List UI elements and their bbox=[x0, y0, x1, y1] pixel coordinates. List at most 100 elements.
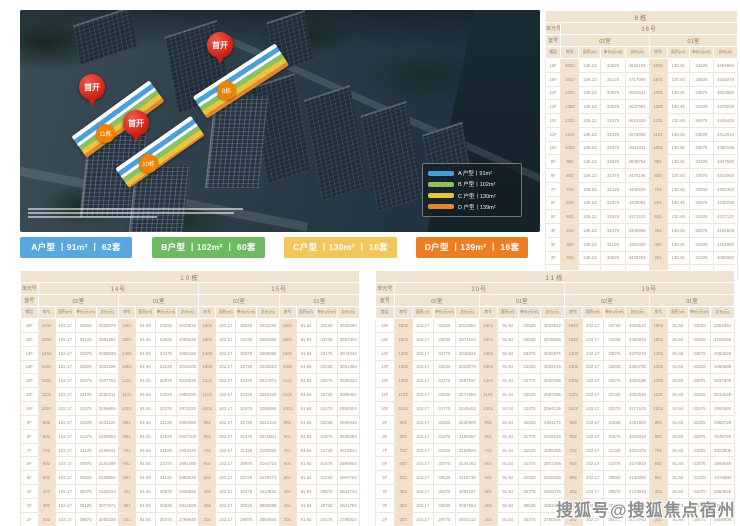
data-cell: 34325 bbox=[689, 100, 713, 114]
data-cell: 102.17 bbox=[55, 512, 75, 526]
data-cell: 4302409 bbox=[625, 237, 649, 251]
data-cell: 102.17 bbox=[412, 332, 433, 346]
data-cell: 32025 bbox=[518, 415, 540, 429]
data-cell: 31225 bbox=[316, 471, 337, 485]
data-cell: 2959544 bbox=[337, 415, 359, 429]
data-cell: 3028424 bbox=[337, 374, 359, 388]
data-cell: 302 bbox=[199, 498, 216, 512]
column-header: 总价(元) bbox=[96, 307, 118, 319]
room-number: 02室 bbox=[394, 295, 479, 307]
data-cell: 91.84 bbox=[135, 457, 155, 471]
data-cell: 32525 bbox=[518, 388, 540, 402]
data-cell: 4249735 bbox=[713, 196, 737, 210]
data-cell: 130.46 bbox=[667, 72, 689, 86]
column-header: 总价(元) bbox=[257, 307, 279, 319]
data-cell: 2844744 bbox=[337, 485, 359, 499]
data-cell: 30725 bbox=[236, 471, 257, 485]
floor-cell: 7F bbox=[376, 443, 395, 457]
data-cell: 32875 bbox=[155, 374, 176, 388]
data-cell: 102.17 bbox=[55, 429, 75, 443]
data-cell: 1601 bbox=[279, 319, 296, 333]
data-cell: 91.84 bbox=[667, 374, 688, 388]
data-cell: 32475 bbox=[236, 374, 257, 388]
data-cell: 1101 bbox=[649, 388, 667, 402]
column-header: 总价(元) bbox=[626, 307, 650, 319]
data-cell: 1201 bbox=[479, 374, 497, 388]
data-cell: 301 bbox=[118, 498, 135, 512]
data-cell: 3205584 bbox=[96, 429, 118, 443]
data-cell: 502 bbox=[199, 471, 216, 485]
data-cell: 401 bbox=[118, 485, 135, 499]
legend-color-bar bbox=[428, 171, 454, 176]
data-cell: 30525 bbox=[518, 498, 540, 512]
data-cell: 4380195 bbox=[713, 141, 737, 155]
data-cell: 4478039 bbox=[713, 100, 737, 114]
data-cell: 402 bbox=[199, 485, 216, 499]
data-cell: 501 bbox=[649, 471, 667, 485]
data-cell: 1401 bbox=[649, 86, 667, 100]
data-cell: 138.23 bbox=[579, 141, 601, 155]
column-header: 面积(㎡) bbox=[667, 307, 688, 319]
data-cell: 33225 bbox=[316, 360, 337, 374]
data-cell: 33625 bbox=[155, 332, 176, 346]
data-cell: 3154499 bbox=[96, 457, 118, 471]
column-header: 总价(元) bbox=[625, 47, 649, 59]
data-cell: 2867704 bbox=[337, 471, 359, 485]
data-cell: 33125 bbox=[316, 319, 337, 333]
data-cell: 91.84 bbox=[497, 512, 518, 526]
column-header: 总价(元) bbox=[711, 307, 735, 319]
data-cell: 1602 bbox=[199, 319, 216, 333]
data-cell: 91.84 bbox=[667, 471, 688, 485]
data-cell: 32625 bbox=[75, 360, 96, 374]
data-cell: 1402 bbox=[394, 346, 412, 360]
data-cell: 33025 bbox=[433, 332, 455, 346]
floor-cell: 13F bbox=[376, 360, 395, 374]
data-cell: 31625 bbox=[601, 210, 625, 224]
data-cell: 31775 bbox=[433, 402, 455, 416]
data-cell: 701 bbox=[118, 443, 135, 457]
column-header: 面积(㎡) bbox=[667, 47, 689, 59]
data-cell: 3051384 bbox=[337, 360, 359, 374]
data-cell: 31025 bbox=[433, 443, 455, 457]
data-cell: 2899848 bbox=[711, 457, 735, 471]
data-cell: 31025 bbox=[518, 471, 540, 485]
data-cell: 102.17 bbox=[412, 443, 433, 457]
data-cell: 3088120 bbox=[176, 332, 198, 346]
data-cell: 33125 bbox=[155, 360, 176, 374]
data-cell: 31125 bbox=[155, 471, 176, 485]
data-cell: 102.17 bbox=[55, 471, 75, 485]
column-header: 总价(元) bbox=[713, 47, 737, 59]
data-cell: 3394598 bbox=[257, 332, 279, 346]
data-cell: 801 bbox=[118, 429, 135, 443]
data-cell: 33225 bbox=[688, 319, 710, 333]
data-cell: 4406081 bbox=[625, 196, 649, 210]
data-cell: 2895256 bbox=[541, 443, 565, 457]
data-cell: 602 bbox=[394, 457, 412, 471]
data-cell: 31625 bbox=[155, 443, 176, 457]
data-cell: 32275 bbox=[433, 374, 455, 388]
data-cell: 91.84 bbox=[135, 388, 155, 402]
data-cell: 2858520 bbox=[176, 471, 198, 485]
column-header: 单价(元/㎡) bbox=[433, 307, 455, 319]
data-cell: 3060568 bbox=[711, 360, 735, 374]
data-cell: 2821784 bbox=[337, 498, 359, 512]
data-cell: 1302 bbox=[38, 360, 55, 374]
data-cell: 4184505 bbox=[713, 224, 737, 238]
floor-cell: 12F bbox=[546, 114, 561, 128]
data-cell: 3055976 bbox=[541, 346, 565, 360]
data-cell: 3200475 bbox=[626, 443, 650, 457]
data-cell: 4151890 bbox=[713, 237, 737, 251]
table-title: 11栋 bbox=[376, 271, 735, 283]
data-cell: 91.84 bbox=[135, 402, 155, 416]
floor-cell: 10F bbox=[376, 402, 395, 416]
data-cell: 1601 bbox=[649, 59, 667, 73]
data-cell: 3088088 bbox=[257, 498, 279, 512]
room-number: 02室 bbox=[564, 295, 649, 307]
data-cell: 3144282 bbox=[456, 457, 480, 471]
floor-header: 楼层 bbox=[546, 47, 561, 59]
data-cell: 32125 bbox=[75, 388, 96, 402]
column-header: 面积(㎡) bbox=[135, 307, 155, 319]
data-cell: 702 bbox=[561, 182, 579, 196]
data-cell: 901 bbox=[479, 415, 497, 429]
data-cell: 2964136 bbox=[541, 402, 565, 416]
